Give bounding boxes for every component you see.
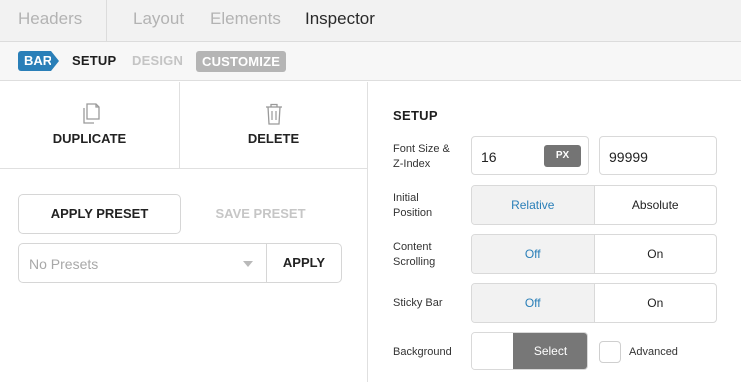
breadcrumb-design[interactable]: DESIGN xyxy=(132,53,183,68)
font-size-value: 16 xyxy=(481,149,497,165)
tab-layout[interactable]: Layout xyxy=(133,9,184,29)
sticky-toggle: Off On xyxy=(471,283,717,323)
breadcrumb-setup[interactable]: SETUP xyxy=(72,53,116,68)
chevron-down-icon xyxy=(243,261,253,267)
position-absolute-option[interactable]: Absolute xyxy=(593,186,717,224)
section-title: SETUP xyxy=(393,108,438,123)
preset-select-value: No Presets xyxy=(29,256,99,272)
sticky-label: Sticky Bar xyxy=(393,297,443,309)
duplicate-button[interactable]: DUPLICATE xyxy=(0,82,180,168)
position-label-line2: Position xyxy=(393,207,433,219)
sticky-off-option[interactable]: Off xyxy=(472,284,594,322)
scrolling-on-option[interactable]: On xyxy=(593,235,717,273)
breadcrumb-customize[interactable]: CUSTOMIZE xyxy=(196,51,287,72)
scrolling-label-line2: Scrolling xyxy=(393,256,436,268)
top-tab-bar: Headers Layout Elements Inspector xyxy=(0,0,741,42)
apply-preset-button[interactable]: APPLY PRESET xyxy=(18,194,181,234)
sticky-on-option[interactable]: On xyxy=(593,284,717,322)
delete-label: DELETE xyxy=(247,131,300,146)
breadcrumb: BAR SETUP DESIGN CUSTOMIZE xyxy=(0,42,741,81)
unit-toggle-button[interactable]: PX xyxy=(544,145,581,167)
background-picker[interactable]: Select xyxy=(471,332,588,370)
scrolling-label: Content Scrolling xyxy=(393,240,463,270)
apply-button[interactable]: APPLY xyxy=(266,243,342,283)
background-label: Background xyxy=(393,346,452,358)
scrolling-label-line1: Content xyxy=(393,241,432,253)
duplicate-label: DUPLICATE xyxy=(52,131,127,146)
advanced-checkbox[interactable] xyxy=(599,341,621,363)
position-toggle: Relative Absolute xyxy=(471,185,717,225)
setup-panel: SETUP Font Size & Z-Index 16 PX 99999 In… xyxy=(369,82,741,382)
font-size-label-line1: Font Size & xyxy=(393,143,450,155)
divider xyxy=(0,168,367,169)
tab-inspector[interactable]: Inspector xyxy=(305,9,375,29)
z-index-value: 99999 xyxy=(609,149,648,165)
left-panel: DUPLICATE DELETE APPLY PRESET SAVE PRESE… xyxy=(0,82,368,382)
font-size-label: Font Size & Z-Index xyxy=(393,142,463,172)
tab-divider xyxy=(106,0,107,42)
advanced-label: Advanced xyxy=(629,346,678,358)
z-index-field[interactable]: 99999 xyxy=(599,136,717,175)
background-select-button[interactable]: Select xyxy=(513,333,587,369)
font-size-label-line2: Z-Index xyxy=(393,158,431,170)
preset-select[interactable]: No Presets xyxy=(18,243,267,283)
tab-elements[interactable]: Elements xyxy=(210,9,281,29)
save-preset-button[interactable]: SAVE PRESET xyxy=(180,194,341,234)
trash-icon xyxy=(265,103,282,125)
duplicate-icon xyxy=(82,103,100,124)
scrolling-off-option[interactable]: Off xyxy=(472,235,594,273)
breadcrumb-bar[interactable]: BAR xyxy=(18,51,59,71)
position-label: Initial Position xyxy=(393,191,463,221)
tab-headers[interactable]: Headers xyxy=(18,9,82,29)
position-relative-option[interactable]: Relative xyxy=(472,186,594,224)
scrolling-toggle: Off On xyxy=(471,234,717,274)
position-label-line1: Initial xyxy=(393,192,419,204)
color-swatch[interactable] xyxy=(472,333,513,369)
font-size-field[interactable]: 16 PX xyxy=(471,136,589,175)
delete-button[interactable]: DELETE xyxy=(180,82,367,168)
